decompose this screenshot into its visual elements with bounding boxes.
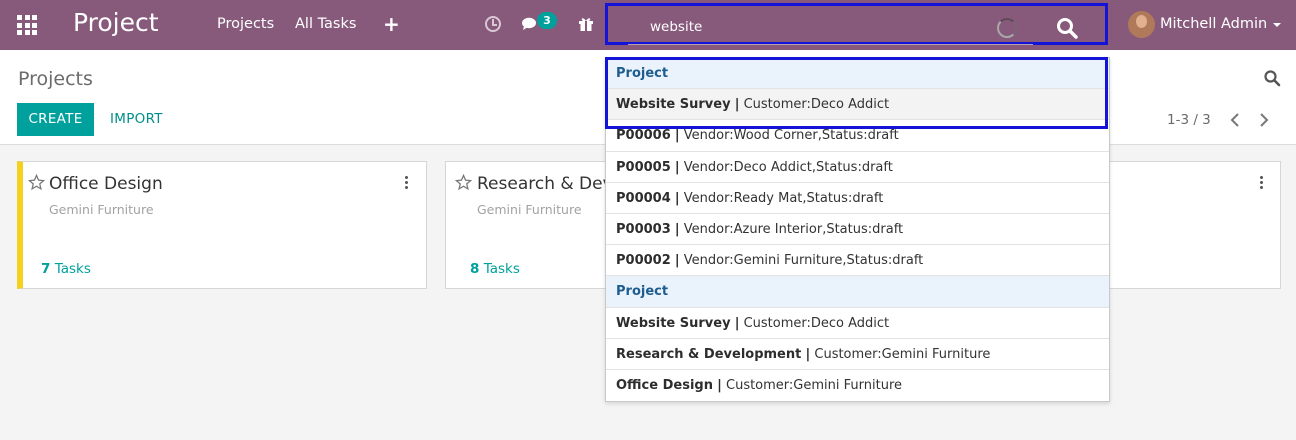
item-detail: Vendor:Ready Mat,Status:draft [683,190,884,206]
dropdown-section-header: Project [606,276,1109,308]
kanban-card[interactable] [1100,161,1281,289]
nav-all-tasks[interactable]: All Tasks [295,16,356,32]
card-menu-icon[interactable] [1260,176,1264,191]
item-name: Website Survey [616,315,731,331]
card-customer: Gemini Furniture [49,202,154,217]
user-name[interactable]: Mitchell Admin [1160,16,1267,32]
app-title: Project [73,8,159,37]
dropdown-top-group: Project Website Survey | Customer:Deco A… [605,57,1109,129]
dropdown-item[interactable]: Website Survey | Customer:Deco Addict [606,89,1109,121]
search-underline [628,44,1033,45]
task-count: 7 [41,261,51,277]
card-title: Office Design [49,174,163,194]
create-button[interactable]: CREATE [17,103,94,136]
card-customer: Gemini Furniture [477,202,582,217]
global-search-box [605,3,1108,45]
item-detail: Vendor:Wood Corner,Status:draft [683,128,899,144]
card-tasks-link[interactable]: 7 Tasks [41,261,91,277]
dropdown-item[interactable]: P00002 | Vendor:Gemini Furniture,Status:… [606,245,1109,277]
item-name: P00005 [616,159,671,175]
item-name: P00004 [616,190,671,206]
loading-spinner-icon [997,18,1017,38]
import-button[interactable]: IMPORT [110,111,163,127]
gift-icon[interactable] [578,16,594,32]
item-detail: Vendor:Deco Addict,Status:draft [683,159,893,175]
card-tasks-link[interactable]: 8 Tasks [470,261,520,277]
chevron-right-icon[interactable] [1258,112,1270,128]
dropdown-item[interactable]: P00004 | Vendor:Ready Mat,Status:draft [606,183,1109,214]
pager-value[interactable]: 1-3 / 3 [1167,112,1211,128]
task-label: Tasks [483,261,520,277]
user-avatar[interactable] [1128,11,1155,38]
dropdown-item[interactable]: P00006 | Vendor:Wood Corner,Status:draft [606,120,1109,152]
star-icon[interactable] [455,174,472,191]
kanban-card[interactable]: Office Design Gemini Furniture 7 Tasks [17,161,427,289]
search-autocomplete-dropdown: Project Website Survey | Customer:Deco A… [605,57,1110,403]
item-name: P00003 [616,221,671,237]
item-name: Website Survey [616,97,731,113]
item-detail: Customer:Deco Addict [743,97,890,113]
item-detail: Customer:Gemini Furniture [726,377,902,393]
breadcrumb: Projects [18,68,93,90]
plus-icon[interactable]: + [383,12,400,36]
dropdown-item[interactable]: Website Survey | Customer:Deco Addict [606,308,1109,339]
item-name: Office Design [616,377,713,393]
clock-icon[interactable] [485,16,501,32]
chevron-left-icon[interactable] [1229,112,1241,128]
item-detail: Vendor:Azure Interior,Status:draft [683,221,904,237]
dropdown-section-header: Project [606,58,1109,90]
search-icon[interactable] [1055,16,1079,40]
item-name: P00002 [616,253,671,269]
chat-icon[interactable] [522,17,538,31]
card-menu-icon[interactable] [405,176,409,191]
item-detail: Customer:Gemini Furniture [814,346,991,362]
task-count: 8 [470,261,480,277]
dropdown-item[interactable]: Research & Development | Customer:Gemini… [606,339,1109,370]
caret-down-icon[interactable] [1273,23,1281,27]
item-detail: Customer:Deco Addict [743,315,890,331]
search-input[interactable] [650,16,980,38]
search-panel-icon[interactable] [1263,69,1281,87]
chat-count-badge: 3 [537,12,557,29]
nav-projects[interactable]: Projects [217,16,274,32]
star-icon[interactable] [28,174,45,191]
item-name: P00006 [616,128,671,144]
top-navbar: Project Projects All Tasks + 3 Mitchell … [0,0,1296,50]
item-detail: Vendor:Gemini Furniture,Status:draft [683,253,924,269]
item-name: Research & Development [616,346,802,362]
apps-menu-icon[interactable] [17,15,37,35]
dropdown-item[interactable]: P00003 | Vendor:Azure Interior,Status:dr… [606,214,1109,246]
task-label: Tasks [54,261,91,277]
dropdown-item[interactable]: P00005 | Vendor:Deco Addict,Status:draft [606,152,1109,183]
dropdown-item[interactable]: Office Design | Customer:Gemini Furnitur… [606,370,1109,401]
